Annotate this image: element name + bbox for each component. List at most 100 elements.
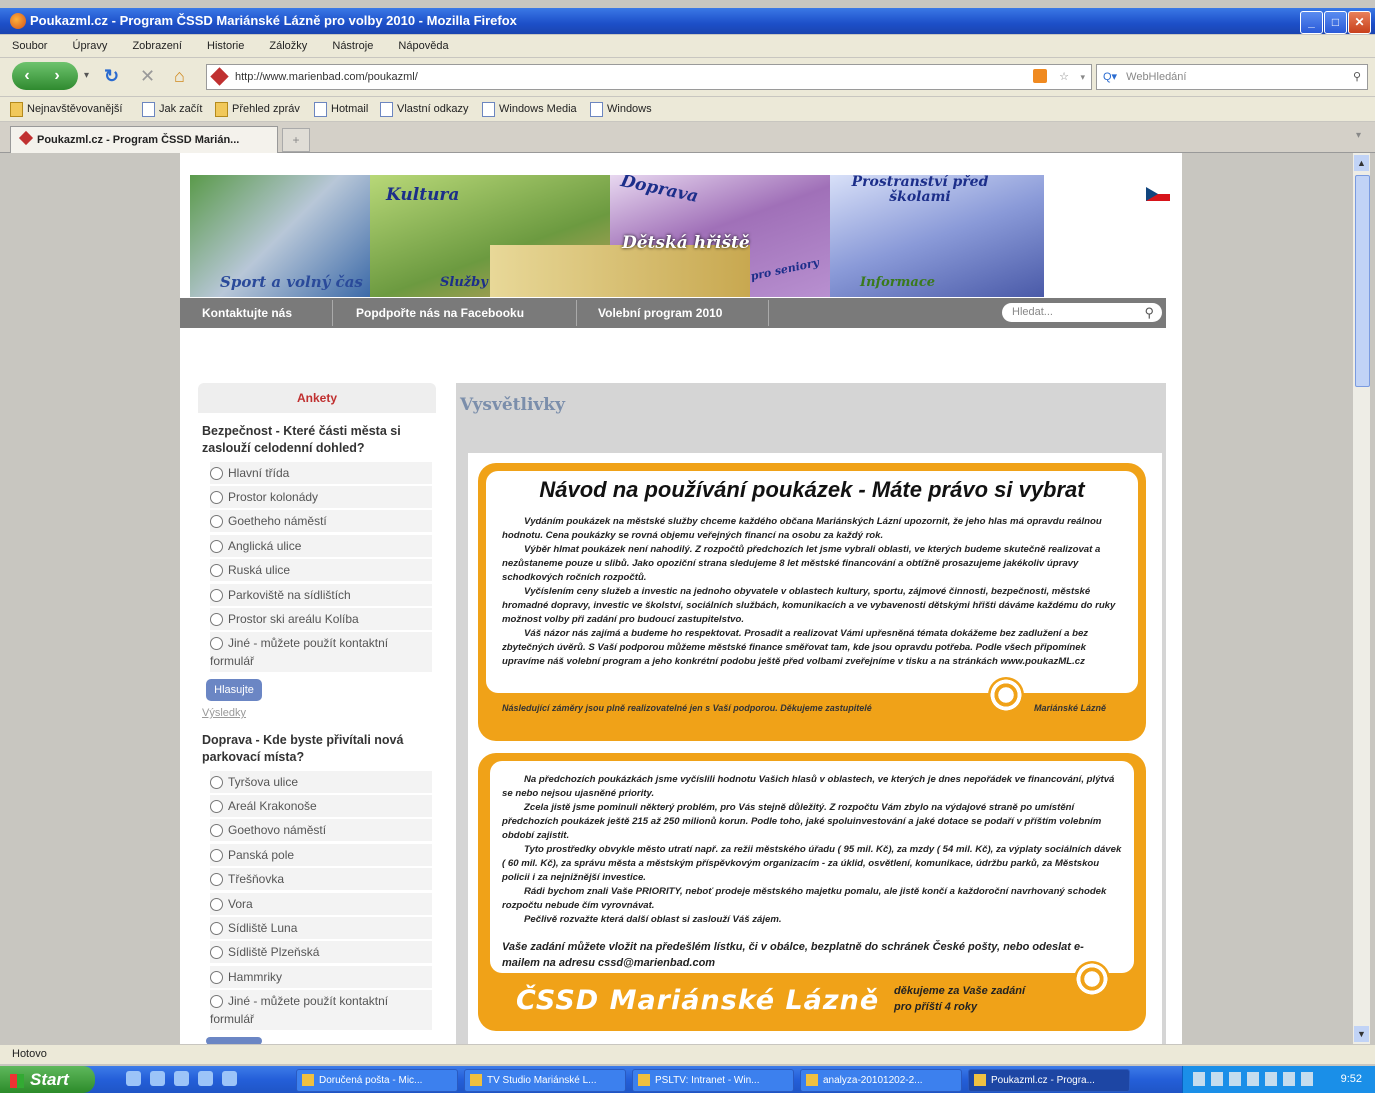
site-search-input[interactable]: Hledat... ⚲	[1002, 303, 1162, 322]
menu-help[interactable]: Nápověda	[398, 40, 448, 52]
poll-option[interactable]: Hlavní třída	[210, 462, 432, 484]
radio-icon[interactable]	[210, 776, 223, 790]
poll-option[interactable]: Anglická ulice	[210, 535, 432, 557]
results-link[interactable]: Výsledky	[202, 707, 246, 719]
poll-option[interactable]: Panská pole	[210, 844, 432, 866]
tab-active[interactable]: Poukazml.cz - Program ČSSD Marián...	[10, 126, 278, 153]
web-search-box[interactable]: Q▾ WebHledání ⚲	[1096, 64, 1368, 90]
bookmark-getting-started[interactable]: Jak začít	[142, 97, 202, 121]
taskbar-item[interactable]: Doručená pošta - Mic...	[296, 1069, 458, 1092]
rss-feed-icon[interactable]	[1033, 69, 1047, 83]
menu-view[interactable]: Zobrazení	[132, 40, 182, 52]
history-dropdown-icon[interactable]: ▾	[84, 70, 89, 81]
taskbar-item[interactable]: PSLTV: Intranet - Win...	[632, 1069, 794, 1092]
poll-option[interactable]: Prostor kolonády	[210, 486, 432, 508]
radio-icon[interactable]	[210, 467, 223, 481]
start-button[interactable]: Start	[0, 1066, 95, 1093]
clock[interactable]: 9:52	[1341, 1066, 1362, 1093]
poll-option[interactable]: Goetheho náměstí	[210, 510, 432, 532]
scroll-up-icon[interactable]: ▲	[1354, 155, 1369, 171]
nav-program-2010[interactable]: Volební program 2010	[598, 298, 722, 328]
radio-icon[interactable]	[210, 849, 223, 863]
reload-icon[interactable]: ↻	[104, 66, 119, 87]
radio-icon[interactable]	[210, 946, 223, 960]
search-icon[interactable]: ⚲	[1353, 65, 1361, 89]
bookmark-windows[interactable]: Windows	[590, 97, 652, 121]
page-scrollbar[interactable]: ▲ ▼	[1353, 153, 1370, 1044]
thanks-line-1: děkujeme za Vaše zadání	[894, 985, 1026, 997]
poll-option[interactable]: Sídliště Luna	[210, 917, 432, 939]
menu-bookmarks[interactable]: Záložky	[269, 40, 307, 52]
poll-option[interactable]: Jiné - můžete použít kontaktní formulář	[210, 990, 432, 1030]
taskbar-item[interactable]: analyza-20101202-2...	[800, 1069, 962, 1092]
poll-option[interactable]: Ruská ulice	[210, 559, 432, 581]
radio-icon[interactable]	[210, 613, 223, 627]
radio-icon[interactable]	[210, 800, 223, 814]
bookmark-windows-media[interactable]: Windows Media	[482, 97, 577, 121]
nav-contact[interactable]: Kontaktujte nás	[202, 298, 292, 328]
poll-option[interactable]: Parkoviště na sídlištích	[210, 584, 432, 606]
poll-option[interactable]: Goethovo náměstí	[210, 819, 432, 841]
poll-option[interactable]: Vora	[210, 893, 432, 915]
search-engine-icon[interactable]: Q▾	[1103, 71, 1117, 83]
quicklaunch-icon[interactable]	[150, 1071, 165, 1086]
window-titlebar[interactable]: Poukazml.cz - Program ČSSD Mariánské Láz…	[0, 8, 1375, 34]
poll-option[interactable]: Jiné - můžete použít kontaktní formulář	[210, 632, 432, 672]
radio-icon[interactable]	[210, 589, 223, 603]
poll-option[interactable]: Tyršova ulice	[210, 771, 432, 793]
url-dropdown-icon[interactable]: ▾	[1080, 65, 1085, 89]
new-tab-button[interactable]: +	[282, 128, 310, 152]
back-arrow-icon[interactable]: ‹	[12, 62, 42, 90]
bookmark-news[interactable]: Přehled zpráv	[215, 97, 300, 121]
quicklaunch-icon[interactable]	[198, 1071, 213, 1086]
folder-icon	[10, 101, 23, 117]
radio-icon[interactable]	[210, 540, 223, 554]
radio-icon[interactable]	[210, 515, 223, 529]
menu-history[interactable]: Historie	[207, 40, 244, 52]
search-icon[interactable]: ⚲	[1144, 303, 1154, 322]
menu-tools[interactable]: Nástroje	[332, 40, 373, 52]
vote-button[interactable]: Hlasujte	[206, 679, 262, 701]
bookmark-most-visited[interactable]: Nejnavštěvovanější	[10, 97, 122, 121]
minimize-button[interactable]: _	[1300, 11, 1323, 34]
page-viewport: Kultura Doprava Prostranství před školam…	[8, 153, 1353, 1044]
scroll-down-icon[interactable]: ▼	[1354, 1026, 1369, 1042]
poll-option[interactable]: Třešňovka	[210, 868, 432, 890]
forward-arrow-icon[interactable]: ›	[42, 62, 72, 90]
radio-icon[interactable]	[210, 971, 223, 985]
bookmark-hotmail[interactable]: Hotmail	[314, 97, 368, 121]
scroll-thumb[interactable]	[1355, 175, 1370, 387]
radio-icon[interactable]	[210, 637, 223, 651]
back-forward-buttons[interactable]: ‹ ›	[12, 62, 78, 90]
close-button[interactable]: ✕	[1348, 11, 1371, 34]
radio-icon[interactable]	[210, 564, 223, 578]
poll-option[interactable]: Areál Krakonoše	[210, 795, 432, 817]
czech-flag-icon[interactable]	[1146, 187, 1170, 201]
radio-icon[interactable]	[210, 491, 223, 505]
radio-icon[interactable]	[210, 824, 223, 838]
quicklaunch-icon[interactable]	[222, 1071, 237, 1086]
home-icon[interactable]: ⌂	[174, 66, 185, 87]
poll-option[interactable]: Hammriky	[210, 966, 432, 988]
url-bar[interactable]: http://www.marienbad.com/poukazml/ ☆ ▾	[206, 64, 1092, 90]
menu-edit[interactable]: Úpravy	[73, 40, 108, 52]
poll-option[interactable]: Prostor ski areálu Kolíba	[210, 608, 432, 630]
quicklaunch-icon[interactable]	[174, 1071, 189, 1086]
radio-icon[interactable]	[210, 873, 223, 887]
tray-icons[interactable]	[1193, 1072, 1313, 1086]
vote-button-2[interactable]	[206, 1037, 262, 1044]
radio-icon[interactable]	[210, 995, 223, 1009]
radio-icon[interactable]	[210, 898, 223, 912]
quicklaunch-ie-icon[interactable]	[126, 1071, 141, 1086]
menu-file[interactable]: Soubor	[12, 40, 47, 52]
poll-option[interactable]: Sídliště Plzeňská	[210, 941, 432, 963]
radio-icon[interactable]	[210, 922, 223, 936]
maximize-button[interactable]: □	[1324, 11, 1347, 34]
stop-icon[interactable]: ✕	[140, 66, 155, 87]
taskbar-item-active[interactable]: Poukazml.cz - Progra...	[968, 1069, 1130, 1092]
bookmark-star-icon[interactable]: ☆	[1059, 65, 1069, 89]
tab-list-icon[interactable]: ▾	[1356, 130, 1361, 141]
taskbar-item[interactable]: TV Studio Mariánské L...	[464, 1069, 626, 1092]
bookmark-custom-links[interactable]: Vlastní odkazy	[380, 97, 469, 121]
nav-facebook[interactable]: Popdpořte nás na Facebooku	[356, 298, 524, 328]
